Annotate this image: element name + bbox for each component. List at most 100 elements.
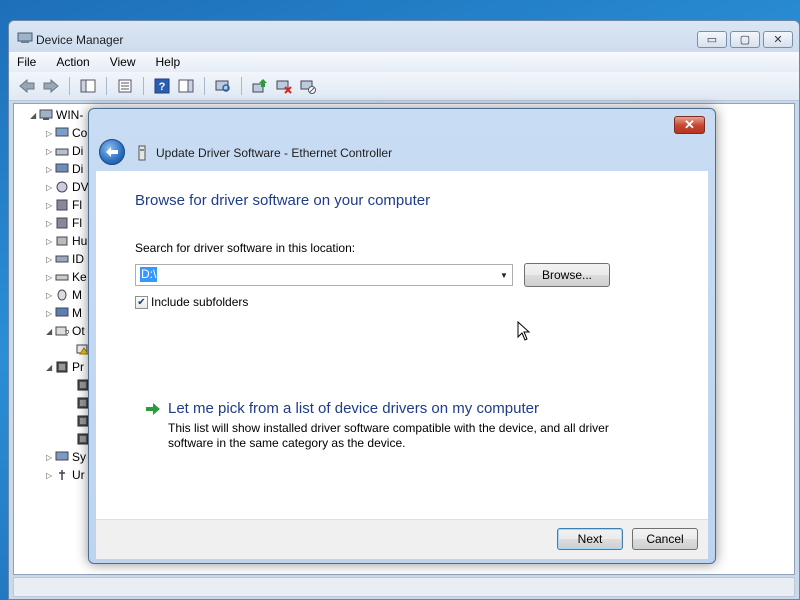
tree-item[interactable]: ▷ Fl xyxy=(46,214,82,232)
collapse-arrow-icon[interactable]: ◢ xyxy=(46,327,55,336)
expand-arrow-icon[interactable]: ▷ xyxy=(46,147,55,156)
expand-arrow-icon[interactable]: ▷ xyxy=(46,291,55,300)
scan-hardware-button[interactable] xyxy=(213,76,233,96)
update-driver-button[interactable] xyxy=(250,76,270,96)
tree-item[interactable]: ◢ Pr xyxy=(46,358,84,376)
include-subfolders-checkbox[interactable]: ✔ xyxy=(135,295,148,309)
disable-icon xyxy=(300,80,316,94)
toolbar-separator xyxy=(69,77,70,95)
tree-item[interactable]: ▷ Di xyxy=(46,142,83,160)
pick-from-list-description: This list will show installed driver sof… xyxy=(168,421,609,450)
show-hide-console-tree-icon xyxy=(80,79,96,93)
tree-item-label: Fl xyxy=(72,216,82,230)
expand-arrow-icon[interactable]: ▷ xyxy=(46,237,55,246)
location-combobox[interactable]: D:\ ▼ xyxy=(135,264,513,286)
caption-buttons: ▭ ▢ ✕ xyxy=(697,31,793,48)
menu-view[interactable]: View xyxy=(110,55,136,69)
menu-action[interactable]: Action xyxy=(56,55,89,69)
expand-arrow-icon[interactable]: ▷ xyxy=(46,273,55,282)
menu-help[interactable]: Help xyxy=(156,55,181,69)
tree-item[interactable]: ▷ Di xyxy=(46,160,83,178)
tree-item[interactable]: ▷ Ke xyxy=(46,268,87,286)
expand-arrow-icon[interactable]: ▷ xyxy=(46,309,55,318)
close-icon: ✕ xyxy=(773,34,783,46)
expand-arrow-icon[interactable]: ▷ xyxy=(46,471,55,480)
console-tree-button[interactable] xyxy=(78,76,98,96)
tree-item[interactable]: ▷ ID xyxy=(46,250,84,268)
search-location-label: Search for driver software in this locat… xyxy=(135,241,356,255)
tree-item[interactable]: ▷ Fl xyxy=(46,196,82,214)
dvd-drive-icon xyxy=(56,181,68,193)
tree-item[interactable]: ▷ M xyxy=(46,304,82,322)
other-devices-icon: ? xyxy=(55,326,69,337)
device-manager-icon xyxy=(17,32,33,43)
tree-item-label: Co xyxy=(72,126,88,140)
browse-button[interactable]: Browse... xyxy=(524,263,610,287)
dropdown-arrow-icon[interactable]: ▼ xyxy=(496,265,512,285)
tree-item[interactable]: ▷ M xyxy=(46,286,82,304)
menu-file[interactable]: File xyxy=(17,55,36,69)
tree-item[interactable]: ▷ Ur xyxy=(46,466,85,484)
tree-item-label: M xyxy=(72,288,82,302)
tree-root[interactable]: ◢ WIN- xyxy=(30,106,83,124)
expand-arrow-icon[interactable]: ▷ xyxy=(46,129,55,138)
help-button[interactable]: ? xyxy=(152,76,172,96)
forward-button[interactable] xyxy=(41,76,61,96)
toolbar-separator xyxy=(143,77,144,95)
floppy-controller-icon xyxy=(56,217,68,229)
properties-button[interactable] xyxy=(115,76,135,96)
mouse-icon xyxy=(57,289,67,301)
tree-item[interactable]: ◢?Ot xyxy=(46,322,85,340)
tree-item[interactable]: ▷ DV xyxy=(46,178,89,196)
minimize-icon: ▭ xyxy=(706,34,718,46)
location-input-value[interactable]: D:\ xyxy=(140,267,158,282)
expand-arrow-icon[interactable]: ▷ xyxy=(46,201,55,210)
maximize-button[interactable]: ▢ xyxy=(730,31,760,48)
back-button[interactable] xyxy=(17,76,37,96)
minimize-button[interactable]: ▭ xyxy=(697,31,727,48)
cancel-button[interactable]: Cancel xyxy=(632,528,698,550)
close-button[interactable]: ✕ xyxy=(763,31,793,48)
uninstall-button[interactable] xyxy=(274,76,294,96)
tree-item-label: Sy xyxy=(72,450,87,464)
tree-item[interactable]: ▷ Co xyxy=(46,124,87,142)
menu-bar: File Action View Help xyxy=(9,52,799,72)
toolbar-separator xyxy=(241,77,242,95)
floppy-icon xyxy=(56,199,68,211)
dialog-title: Update Driver Software - Ethernet Contro… xyxy=(156,146,393,160)
help-icon: ? xyxy=(154,78,170,94)
dialog-body: Browse for driver software on your compu… xyxy=(96,171,708,519)
pick-from-list-link[interactable]: Let me pick from a list of device driver… xyxy=(168,400,539,417)
display-adapter-icon xyxy=(55,163,69,173)
collapse-arrow-icon[interactable]: ◢ xyxy=(46,363,55,372)
processor-icon xyxy=(56,361,68,373)
tree-item[interactable]: ▷ Sy xyxy=(46,448,86,466)
expand-arrow-icon[interactable]: ▷ xyxy=(46,165,55,174)
computer-icon xyxy=(55,127,69,137)
expand-arrow-icon[interactable]: ▷ xyxy=(46,183,55,192)
include-subfolders-label[interactable]: Include subfolders xyxy=(151,295,248,309)
dialog-footer: Next Cancel xyxy=(96,519,708,559)
status-bar xyxy=(13,577,795,597)
tree-item-label: Ke xyxy=(72,270,87,284)
computer-icon xyxy=(39,109,53,120)
expand-arrow-icon[interactable]: ▷ xyxy=(46,219,55,228)
action-pane-button[interactable] xyxy=(176,76,196,96)
tree-root-label: WIN- xyxy=(56,108,84,122)
back-arrow-icon xyxy=(106,147,118,157)
expand-arrow-icon[interactable]: ▷ xyxy=(46,255,55,264)
tree-item-label: M xyxy=(72,306,82,320)
title-bar[interactable]: Device Manager ▭ ▢ ✕ xyxy=(9,21,799,51)
disable-button[interactable] xyxy=(298,76,318,96)
include-subfolders-row[interactable]: ✔ Include subfolders xyxy=(135,295,248,309)
forward-icon xyxy=(43,79,59,93)
back-button[interactable] xyxy=(99,139,125,165)
next-button[interactable]: Next xyxy=(557,528,623,550)
expand-arrow-icon[interactable]: ▷ xyxy=(46,453,55,462)
tree-item[interactable]: ▷ Hu xyxy=(46,232,87,250)
back-icon xyxy=(19,79,35,93)
collapse-arrow-icon[interactable]: ◢ xyxy=(30,111,39,120)
dialog-close-button[interactable]: ✕ xyxy=(674,116,705,134)
action-pane-icon xyxy=(178,79,194,93)
properties-icon xyxy=(118,79,132,93)
